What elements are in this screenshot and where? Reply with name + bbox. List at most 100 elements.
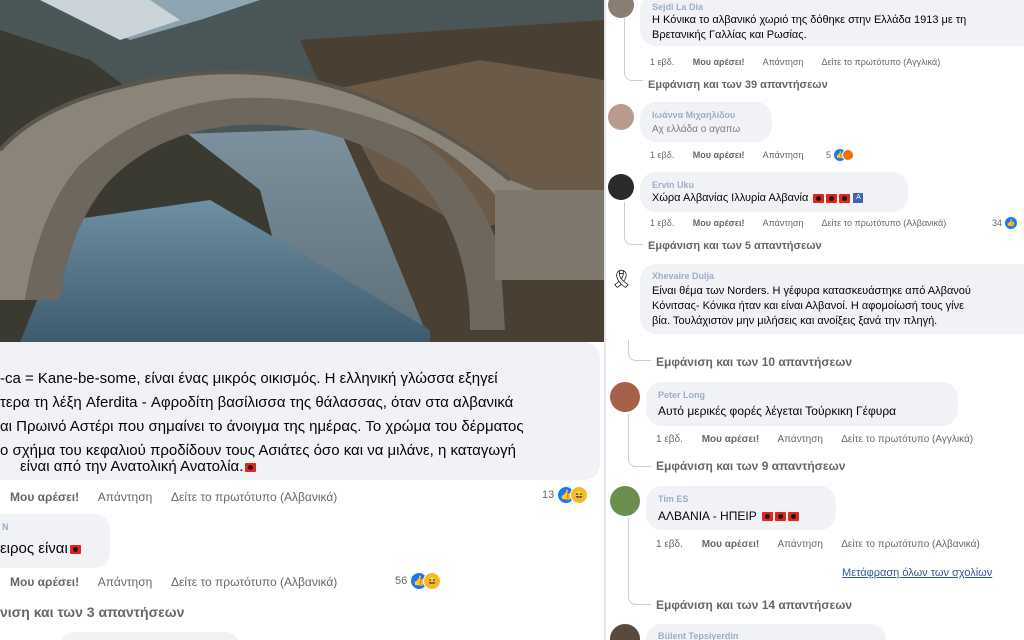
albania-flag-icon <box>787 512 799 522</box>
albania-flag-icon <box>774 512 786 522</box>
comment-time: 1 εβδ. <box>650 150 675 160</box>
see-original-button[interactable]: Δείτε το πρωτότυπο (Αλβανικά) <box>171 490 337 504</box>
like-button[interactable]: Μου αρέσει! <box>693 57 745 67</box>
main-comment-reactions[interactable]: 13 👍 😆 <box>542 486 589 504</box>
comment-bubble: Bülent Tepsiyerdin <box>646 624 886 640</box>
haha-reaction-icon: 😆 <box>570 486 589 504</box>
albania-flag-icon <box>813 193 825 203</box>
main-comment-line-3: αι Πρωινό Αστέρι που σημαίνει το άνοιγμα… <box>0 418 524 435</box>
haha-reaction-icon: 😆 <box>423 572 442 590</box>
thread-line <box>628 518 651 605</box>
reply-button[interactable]: Απάντηση <box>98 490 153 504</box>
comment-reactions[interactable]: 5 👍 <box>826 148 855 162</box>
like-reaction-icon: 👍 <box>1004 216 1019 230</box>
albania-flag-icon <box>826 193 838 203</box>
comment-text-wrap: ΑΛΒΑΝΙΑ - ΗΠΕΙΡ <box>658 509 799 523</box>
comment2-text-wrap: ειρος είναι <box>0 540 81 557</box>
avatar[interactable] <box>610 382 640 412</box>
reply-button[interactable]: Απάντηση <box>763 150 804 160</box>
reply-button[interactable]: Απάντηση <box>763 218 804 228</box>
see-original-button[interactable]: Δείτε το πρωτότυπο (Αλβανικά) <box>171 575 337 589</box>
translate-all-link[interactable]: Μετάφραση όλων των σχολίων <box>842 567 992 579</box>
avatar[interactable] <box>608 0 634 18</box>
main-comment-line-5: είναι από την Ανατολική Ανατολία. <box>20 458 257 475</box>
reply-button[interactable]: Απάντηση <box>98 575 153 589</box>
view-more-replies[interactable]: Εμφάνιση και των 10 απαντήσεων <box>656 355 852 369</box>
albania-flag-icon <box>245 462 257 472</box>
like-button[interactable]: Μου αρέσει! <box>702 434 760 445</box>
comment-text: ΑΛΒΑΝΙΑ - ΗΠΕΙΡ <box>658 509 757 523</box>
avatar[interactable] <box>610 624 640 640</box>
see-original-button[interactable]: Δείτε το πρωτότυπο (Αγγλικά) <box>841 434 973 445</box>
main-comment-actions: Μου αρέσει! Απάντηση Δείτε το πρωτότυπο … <box>10 490 353 504</box>
bridge-illustration <box>0 0 604 342</box>
comment-actions: 1 εβδ. Μου αρέσει! Απάντηση <box>650 150 820 160</box>
reply-button[interactable]: Απάντηση <box>778 434 823 445</box>
view-more-replies[interactable]: Εμφάνιση και των 5 απαντήσεων <box>648 240 822 252</box>
avatar[interactable] <box>608 104 634 130</box>
reply-button[interactable]: Απάντηση <box>778 539 823 550</box>
comment-author[interactable]: Sejdi La Dia <box>652 2 703 12</box>
like-button[interactable]: Μου αρέσει! <box>10 575 79 589</box>
avatar[interactable] <box>610 486 640 516</box>
letter-a-emoji-icon: A <box>853 193 864 204</box>
comment2-reactions[interactable]: 56 👍 😆 <box>395 572 442 590</box>
like-button[interactable]: Μου αρέσει! <box>693 150 745 160</box>
albania-flag-icon <box>839 193 851 203</box>
comment-text-line-2: Κόνιτσας- Κόνικα ήταν και είναι Αλβανοί.… <box>652 300 965 312</box>
comment-author[interactable]: Xhevaire Dulja <box>652 271 714 281</box>
left-comments-panel: -ca = Kane-be-some, είναι ένας μικρός οι… <box>0 342 604 640</box>
bridge-photo <box>0 0 604 342</box>
comment-time: 1 εβδ. <box>656 434 683 445</box>
view-more-replies[interactable]: Εμφάνιση και των 9 απαντήσεων <box>656 459 845 473</box>
comment-bubble: Ιωάννα Μιχαηλίδου Αχ ελλάδα ο αγαπω <box>640 102 772 142</box>
comment-actions: 1 εβδ. Μου αρέσει! Απάντηση Δείτε το πρω… <box>650 218 962 228</box>
comment-author[interactable]: Bülent Tepsiyerdin <box>658 631 738 640</box>
comment-text-line-3: βία. Τουλάχιστον μην μιλήσεις και ανοίξε… <box>652 315 938 327</box>
comment-text: Αχ ελλάδα ο αγαπω <box>652 124 741 135</box>
comment-text: Χώρα Αλβανίας Ιλλυρία Αλβανία <box>652 192 809 204</box>
comment-author[interactable]: Ιωάννα Μιχαηλίδου <box>652 110 735 120</box>
see-original-button[interactable]: Δείτε το πρωτότυπο (Αγγλικά) <box>822 57 941 67</box>
comment2-bubble: Ν ειρος είναι <box>0 514 110 568</box>
comment-actions: 1 εβδ. Μου αρέσει! Απάντηση Δείτε το πρω… <box>656 539 996 550</box>
avatar[interactable] <box>608 174 634 200</box>
right-comments-panel: Sejdi La Dia Η Κόνικα το αλβανικό χωριό … <box>606 0 1024 640</box>
view-more-replies[interactable]: Εμφάνιση και των 39 απαντήσεων <box>648 79 828 91</box>
comment-bubble: Tim ES ΑΛΒΑΝΙΑ - ΗΠΕΙΡ <box>646 486 836 530</box>
comment-time: 1 εβδ. <box>650 218 675 228</box>
comment-time: 1 εβδ. <box>656 539 683 550</box>
comment-text-wrap: Χώρα Αλβανίας Ιλλυρία Αλβανία A <box>652 192 864 204</box>
main-comment-bubble: -ca = Kane-be-some, είναι ένας μικρός οι… <box>0 342 600 480</box>
see-original-button[interactable]: Δείτε το πρωτότυπο (Αλβανικά) <box>841 539 980 550</box>
like-button[interactable]: Μου αρέσει! <box>702 539 760 550</box>
view-more-replies[interactable]: Εμφάνιση και των 14 απαντήσεων <box>656 598 852 612</box>
like-button[interactable]: Μου αρέσει! <box>10 490 79 504</box>
comment-time: 1 εβδ. <box>650 57 675 67</box>
reply-button[interactable]: Απάντηση <box>763 57 804 67</box>
comment-reactions[interactable]: 34 👍 <box>992 216 1019 230</box>
angry-reaction-icon <box>842 149 855 161</box>
comment-author[interactable]: Ervin Uku <box>652 180 694 190</box>
comment-author[interactable]: Peter Long <box>658 390 705 400</box>
thread-line <box>628 414 651 467</box>
black-ribbon-icon[interactable]: 🎗 <box>610 266 632 292</box>
reactions-count: 13 <box>542 489 555 501</box>
albania-flag-icon <box>761 512 773 522</box>
comment-bubble: Sejdi La Dia Η Κόνικα το αλβανικό χωριό … <box>640 0 1024 46</box>
thread-line <box>624 18 643 81</box>
main-comment-line-1: -ca = Kane-be-some, είναι ένας μικρός οι… <box>0 370 498 387</box>
view-more-replies[interactable]: νιση και των 3 απαντήσεων <box>0 604 184 620</box>
comment2-text: ειρος είναι <box>0 540 68 557</box>
see-original-button[interactable]: Δείτε το πρωτότυπο (Αλβανικά) <box>822 218 947 228</box>
thread-line <box>628 340 651 361</box>
like-button[interactable]: Μου αρέσει! <box>693 218 745 228</box>
comment-author[interactable]: Tim ES <box>658 494 688 504</box>
comment2-actions: Μου αρέσει! Απάντηση Δείτε το πρωτότυπο … <box>10 575 353 589</box>
comment-text-line-1: Η Κόνικα το αλβανικό χωριό της δόθηκε στ… <box>652 14 967 26</box>
comment-bubble: Xhevaire Dulja Είναι θέμα των Norders. Η… <box>640 264 1024 334</box>
comment-text-line-1: Είναι θέμα των Norders. Η γέφυρα κατασκε… <box>652 285 971 297</box>
comment-bubble: Peter Long Αυτό μερικές φορές λέγεται Το… <box>646 382 958 426</box>
main-comment-line-5-text: είναι από την Ανατολική Ανατολία. <box>20 458 244 475</box>
next-comment-bubble <box>60 632 240 640</box>
